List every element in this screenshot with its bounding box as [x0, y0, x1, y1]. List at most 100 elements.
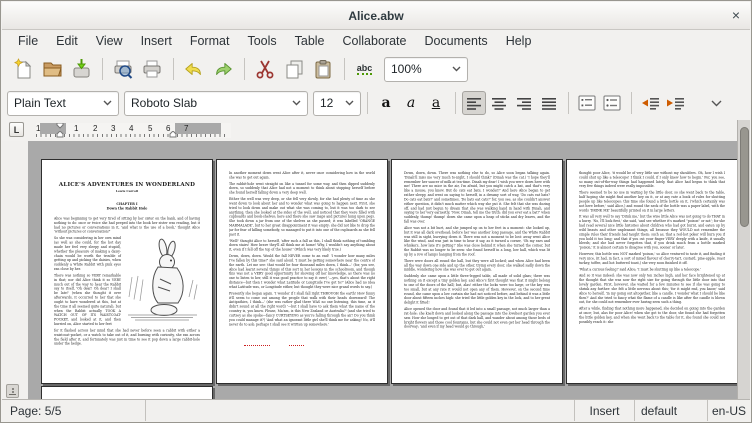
align-center-button[interactable]: [487, 91, 511, 115]
standard-toolbar: abc 100%: [3, 52, 749, 86]
spellcheck-abc-icon: abc: [357, 63, 373, 75]
paste-button[interactable]: [309, 56, 336, 83]
first-line-indent-marker[interactable]: [56, 123, 64, 129]
open-button[interactable]: [38, 56, 65, 83]
toolbar-overflow-button[interactable]: [704, 91, 728, 115]
new-document-icon: [12, 58, 34, 80]
menu-item[interactable]: Insert: [132, 32, 181, 50]
paragraph[interactable]: It was all very well to say 'Drink me,' …: [579, 215, 725, 250]
ruler-ticks: [36, 134, 226, 137]
new-document-button[interactable]: [9, 56, 36, 83]
bold-button[interactable]: a: [374, 91, 398, 115]
open-folder-icon: [41, 58, 63, 80]
insert-mode-indicator[interactable]: Insert: [574, 400, 634, 421]
menu-item[interactable]: Table: [286, 32, 334, 50]
decrease-indent-button[interactable]: [638, 91, 662, 115]
toolbar-separator: [631, 92, 632, 114]
print-preview-button[interactable]: [109, 56, 136, 83]
paragraph[interactable]: The rabbit-hole went straight on like a …: [229, 182, 375, 195]
paragraph[interactable]: 'What a curious feeling!' said Alice; 'I…: [579, 267, 725, 271]
chapter-heading[interactable]: CHAPTER I: [54, 202, 200, 206]
paragraph[interactable]: Suddenly she came upon a little three-le…: [404, 274, 550, 305]
paragraph[interactable]: After a while, finding that nothing more…: [579, 307, 725, 325]
chapter-subtitle[interactable]: Down the Rabbit Hole: [54, 207, 200, 211]
paragraph[interactable]: for it flashed across her mind that she …: [54, 328, 200, 346]
paragraph[interactable]: There seemed to be no use in waiting by …: [579, 191, 725, 213]
menu-item[interactable]: Edit: [47, 32, 87, 50]
align-left-button[interactable]: [462, 91, 486, 115]
vertical-scrollbar[interactable]: [737, 120, 750, 400]
vertical-ruler-widget[interactable]: [6, 384, 19, 398]
language-indicator[interactable]: en-US: [707, 400, 750, 421]
paragraph[interactable]: In another moment down went Alice after …: [229, 171, 375, 180]
document-author[interactable]: Lewis Carroll: [54, 190, 200, 194]
paragraph[interactable]: Either the well was very deep, or she fe…: [229, 197, 375, 237]
paragraph-style-select[interactable]: Plain Text: [7, 91, 119, 116]
font-size-select[interactable]: 12: [313, 91, 361, 116]
white-rabbit-illustration: [125, 237, 200, 321]
paragraph[interactable]: Down, down, down. There was nothing else…: [404, 171, 550, 224]
paragraph[interactable]: Presently she began again. 'I wonder if …: [229, 291, 375, 326]
paragraph[interactable]: thought poor Alice, 'it would be of very…: [579, 171, 725, 189]
paragraph[interactable]: Alice opened the door and found that it …: [404, 307, 550, 329]
print-button[interactable]: [138, 56, 165, 83]
paragraph[interactable]: However, this bottle was NOT marked 'poi…: [579, 252, 725, 265]
font-size-value: 12: [320, 96, 345, 110]
zoom-select[interactable]: 100%: [384, 57, 468, 82]
right-indent-marker[interactable]: [169, 131, 177, 138]
toolbar-separator: [173, 58, 174, 80]
page-2[interactable]: In another moment down went Alice after …: [216, 159, 388, 384]
underline-button[interactable]: a: [424, 91, 448, 115]
paragraph[interactable]: Alice was beginning to get very tired of…: [54, 217, 200, 235]
increase-indent-button[interactable]: [663, 91, 687, 115]
close-icon[interactable]: ×: [732, 6, 740, 24]
left-indent-marker[interactable]: [56, 131, 64, 138]
chevron-down-icon: [103, 100, 112, 106]
paragraph[interactable]: Down, down, down. Would the fall NEVER c…: [229, 254, 375, 289]
paragraph[interactable]: 'Well!' thought Alice to herself, 'after…: [229, 239, 375, 252]
print-preview-icon: [112, 58, 134, 80]
ruler-number: 1: [36, 123, 40, 134]
document-title[interactable]: ALICE'S ADVENTURES IN WONDERLAND: [54, 181, 200, 188]
redo-button[interactable]: [209, 56, 236, 83]
menu-item[interactable]: Collaborate: [334, 32, 416, 50]
numbered-list-button[interactable]: [575, 91, 599, 115]
menu-bar: FileEditViewInsertFormatToolsTableCollab…: [3, 30, 749, 51]
paragraph[interactable]: Alice was not a bit hurt, and she jumped…: [404, 226, 550, 257]
font-family-value: Roboto Slab: [131, 96, 292, 110]
page-5-partial[interactable]: [41, 386, 213, 400]
align-right-button[interactable]: [512, 91, 536, 115]
menu-item[interactable]: Help: [497, 32, 541, 50]
menu-item[interactable]: View: [87, 32, 132, 50]
cut-button[interactable]: [251, 56, 278, 83]
menu-item[interactable]: Tools: [238, 32, 285, 50]
vertical-ruler-strip: [2, 141, 28, 400]
page-4[interactable]: thought poor Alice, 'it would be of very…: [566, 159, 737, 384]
paragraph[interactable]: There were doors all round the hall, but…: [404, 259, 550, 272]
document-canvas[interactable]: ALICE'S ADVENTURES IN WONDERLAND Lewis C…: [28, 141, 737, 400]
redo-icon: [212, 58, 234, 80]
undo-button[interactable]: [180, 56, 207, 83]
menu-item[interactable]: Documents: [415, 32, 496, 50]
menu-item[interactable]: File: [9, 32, 47, 50]
undo-icon: [183, 58, 205, 80]
bulleted-list-button[interactable]: [600, 91, 624, 115]
font-family-select[interactable]: Roboto Slab: [124, 91, 308, 116]
numbered-list-icon: [578, 95, 596, 111]
save-button[interactable]: [67, 56, 94, 83]
page-3[interactable]: Down, down, down. There was nothing else…: [391, 159, 563, 384]
italic-button[interactable]: a: [399, 91, 423, 115]
horizontal-ruler[interactable]: 1 1 2 3 4 5 6 7: [36, 123, 231, 138]
spellcheck-button[interactable]: abc: [351, 56, 378, 83]
menu-item[interactable]: Format: [181, 32, 239, 50]
window-chrome: Alice.abw × FileEditViewInsertFormatTool…: [0, 0, 752, 423]
tab-stop-selector[interactable]: L: [9, 122, 24, 137]
scrollbar-thumb[interactable]: [740, 127, 749, 227]
paragraph[interactable]: And so it was indeed: she was now only t…: [579, 274, 725, 305]
page-1[interactable]: ALICE'S ADVENTURES IN WONDERLAND Lewis C…: [41, 159, 213, 384]
ruler-number: 3: [111, 123, 115, 134]
chevron-down-icon: [345, 100, 354, 106]
paste-clipboard-icon: [312, 58, 334, 80]
justify-button[interactable]: [537, 91, 561, 115]
copy-button[interactable]: [280, 56, 307, 83]
